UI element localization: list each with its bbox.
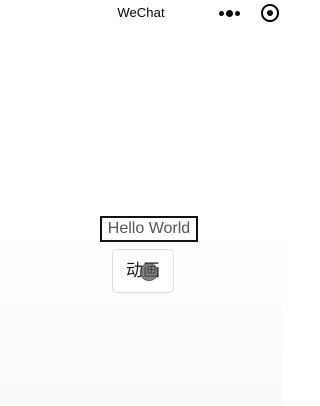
close-dot — [267, 10, 273, 16]
navigation-bar: WeChat — [0, 0, 282, 28]
more-dot — [235, 11, 240, 16]
animation-button[interactable]: 动画 — [112, 249, 174, 293]
capsule-close-icon[interactable] — [261, 4, 279, 22]
hello-world-box: Hello World — [100, 216, 198, 242]
more-dot — [226, 10, 233, 17]
animation-button-label: 动画 — [126, 261, 160, 280]
more-dots-icon[interactable] — [219, 9, 241, 19]
more-dot — [219, 11, 224, 16]
page: WeChat Hello World 动画 — [0, 0, 282, 406]
